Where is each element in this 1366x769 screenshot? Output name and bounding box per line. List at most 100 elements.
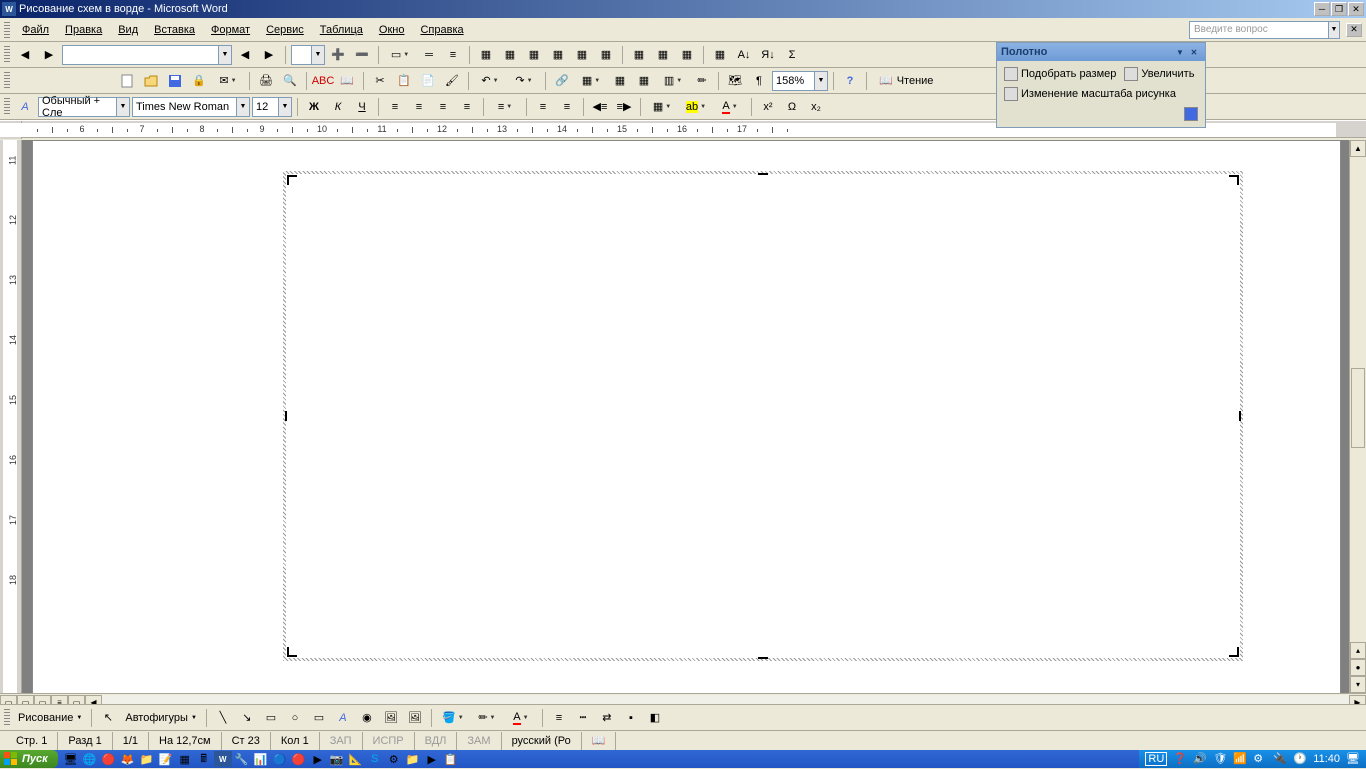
oval-icon[interactable]: ○ (284, 707, 306, 729)
first-line-only-icon[interactable]: ═ (418, 44, 440, 66)
rectangle-icon[interactable]: ▭ (260, 707, 282, 729)
columns-icon[interactable]: ▥▼ (657, 70, 689, 92)
menu-format[interactable]: Формат (203, 22, 258, 38)
explorer-icon[interactable]: 📁 (138, 751, 156, 767)
status-position[interactable]: На 12,7см (149, 732, 222, 750)
notepad-icon[interactable]: 📝 (157, 751, 175, 767)
justify-icon[interactable]: ≡ (456, 96, 478, 118)
menu-view[interactable]: Вид (110, 22, 146, 38)
canvas-handle-br[interactable] (1229, 647, 1239, 657)
minimize-button[interactable]: ─ (1314, 2, 1330, 16)
decrease-indent-icon[interactable]: ◀≡ (589, 96, 611, 118)
canvas-handle-bl[interactable] (287, 647, 297, 657)
tray-icon[interactable]: 📶 (1233, 752, 1247, 766)
maximize-button[interactable]: ❐ (1331, 2, 1347, 16)
canvas-handle-t[interactable] (758, 173, 768, 175)
toolbar-grip[interactable] (4, 22, 10, 38)
redo-icon[interactable]: ↷▼ (508, 70, 540, 92)
tray-icon[interactable]: ❓ (1173, 752, 1187, 766)
canvas-handle-tl[interactable] (287, 175, 297, 185)
menu-edit[interactable]: Правка (57, 22, 110, 38)
font-size-dropdown[interactable]: 12▼ (252, 97, 292, 117)
app-icon[interactable]: 📊 (252, 751, 270, 767)
underline-icon[interactable]: Ч (351, 96, 373, 118)
insert-table-icon[interactable]: ▦ (523, 44, 545, 66)
status-language[interactable]: русский (Ро (502, 732, 582, 750)
copy-icon[interactable]: 📋 (393, 70, 415, 92)
help-icon[interactable]: ? (839, 70, 861, 92)
show-heading-icon[interactable]: ▭▼ (384, 44, 416, 66)
panel-close-icon[interactable]: ✕ (1187, 45, 1201, 59)
panel-options-icon[interactable]: ▼ (1173, 45, 1187, 59)
font-color-icon[interactable]: A▼ (505, 707, 537, 729)
autosum-icon[interactable]: Σ (781, 44, 803, 66)
scale-drawing-button[interactable]: Изменение масштаба рисунка (1001, 85, 1201, 103)
paste-icon[interactable]: 📄 (417, 70, 439, 92)
permission-icon[interactable]: 🔒 (188, 70, 210, 92)
status-line[interactable]: Ст 23 (222, 732, 271, 750)
print-preview-icon[interactable]: 🔍 (279, 70, 301, 92)
font-dropdown[interactable]: Times New Roman▼ (132, 97, 250, 117)
bulleted-list-icon[interactable]: ≡ (556, 96, 578, 118)
tray-icon[interactable]: 🖥 (1346, 752, 1360, 766)
app-icon[interactable]: 📋 (442, 751, 460, 767)
line-spacing-icon[interactable]: ≡▼ (489, 96, 521, 118)
app-icon[interactable]: ▶ (423, 751, 441, 767)
superscript-icon[interactable]: x² (757, 96, 779, 118)
line-icon[interactable]: ╲ (212, 707, 234, 729)
calculator-icon[interactable]: 🖩 (195, 751, 213, 767)
start-button[interactable]: Пуск (0, 750, 58, 768)
format-painter-icon[interactable]: 🖌 (441, 70, 463, 92)
app-icon[interactable]: 📐 (347, 751, 365, 767)
dash-style-icon[interactable]: ┅ (572, 707, 594, 729)
skype-icon[interactable]: S (366, 751, 384, 767)
outline-level-dropdown[interactable]: ▼ (62, 45, 232, 65)
app-icon[interactable]: ▶ (309, 751, 327, 767)
show-level-dropdown[interactable]: ▼ (291, 45, 325, 65)
text-box-icon[interactable]: ▭ (308, 707, 330, 729)
3d-style-icon[interactable]: ◧ (644, 707, 666, 729)
sort-asc-icon[interactable]: A↓ (733, 44, 755, 66)
vertical-ruler[interactable]: 1112131415161718 (0, 140, 22, 710)
spelling-icon[interactable]: ABC (312, 70, 334, 92)
document-map-icon[interactable]: 🗺 (724, 70, 746, 92)
document-page[interactable] (32, 140, 1341, 710)
open-icon[interactable] (140, 70, 162, 92)
status-spelling-icon[interactable]: 📖 (582, 732, 617, 750)
panel-header[interactable]: Полотно ▼ ✕ (997, 43, 1205, 61)
scroll-up-icon[interactable]: ▲ (1350, 140, 1366, 157)
show-formatting-icon[interactable]: ≡ (442, 44, 464, 66)
clip-art-icon[interactable]: 🖼 (380, 707, 402, 729)
toolbar-grip[interactable] (4, 72, 10, 90)
app-icon[interactable]: 📷 (328, 751, 346, 767)
save-icon[interactable] (164, 70, 186, 92)
ask-dropdown[interactable]: ▼ (1329, 21, 1340, 39)
tray-icon[interactable]: 🔊 (1193, 752, 1207, 766)
subscript-icon[interactable]: x₂ (805, 96, 827, 118)
totalcmd-icon[interactable]: ▦ (176, 751, 194, 767)
app-icon[interactable]: ⚙ (385, 751, 403, 767)
toolbar-grip[interactable] (4, 98, 10, 116)
expand-icon[interactable]: ➕ (327, 44, 349, 66)
distribute-cols-icon[interactable]: ▦ (676, 44, 698, 66)
next-page-icon[interactable]: ▾ (1350, 676, 1366, 693)
toolbar-grip[interactable] (4, 46, 10, 64)
numbered-list-icon[interactable]: ≡ (532, 96, 554, 118)
show-hide-icon[interactable]: ¶ (748, 70, 770, 92)
canvas-handle-tr[interactable] (1229, 175, 1239, 185)
menu-insert[interactable]: Вставка (146, 22, 203, 38)
insert-symbol-icon[interactable]: Ω (781, 96, 803, 118)
move-down-icon[interactable]: ▶ (258, 44, 280, 66)
clock[interactable]: 11:40 (1313, 753, 1340, 765)
italic-icon[interactable]: К (327, 96, 349, 118)
word-task-icon[interactable]: W (214, 751, 232, 767)
zoom-dropdown[interactable]: 158%▼ (772, 71, 828, 91)
promote-icon[interactable]: ◀ (14, 44, 36, 66)
reading-layout-button[interactable]: 📖 Чтение (872, 70, 940, 92)
vertical-scrollbar[interactable]: ▲ ▴ ● ▾ ▼ (1349, 140, 1366, 710)
select-objects-icon[interactable]: ↖ (97, 707, 119, 729)
border-icon[interactable]: ▦ (475, 44, 497, 66)
style-dropdown[interactable]: Обычный + Сле▼ (38, 97, 130, 117)
draw-menu[interactable]: Рисование▼ (14, 712, 86, 724)
bold-icon[interactable]: Ж (303, 96, 325, 118)
